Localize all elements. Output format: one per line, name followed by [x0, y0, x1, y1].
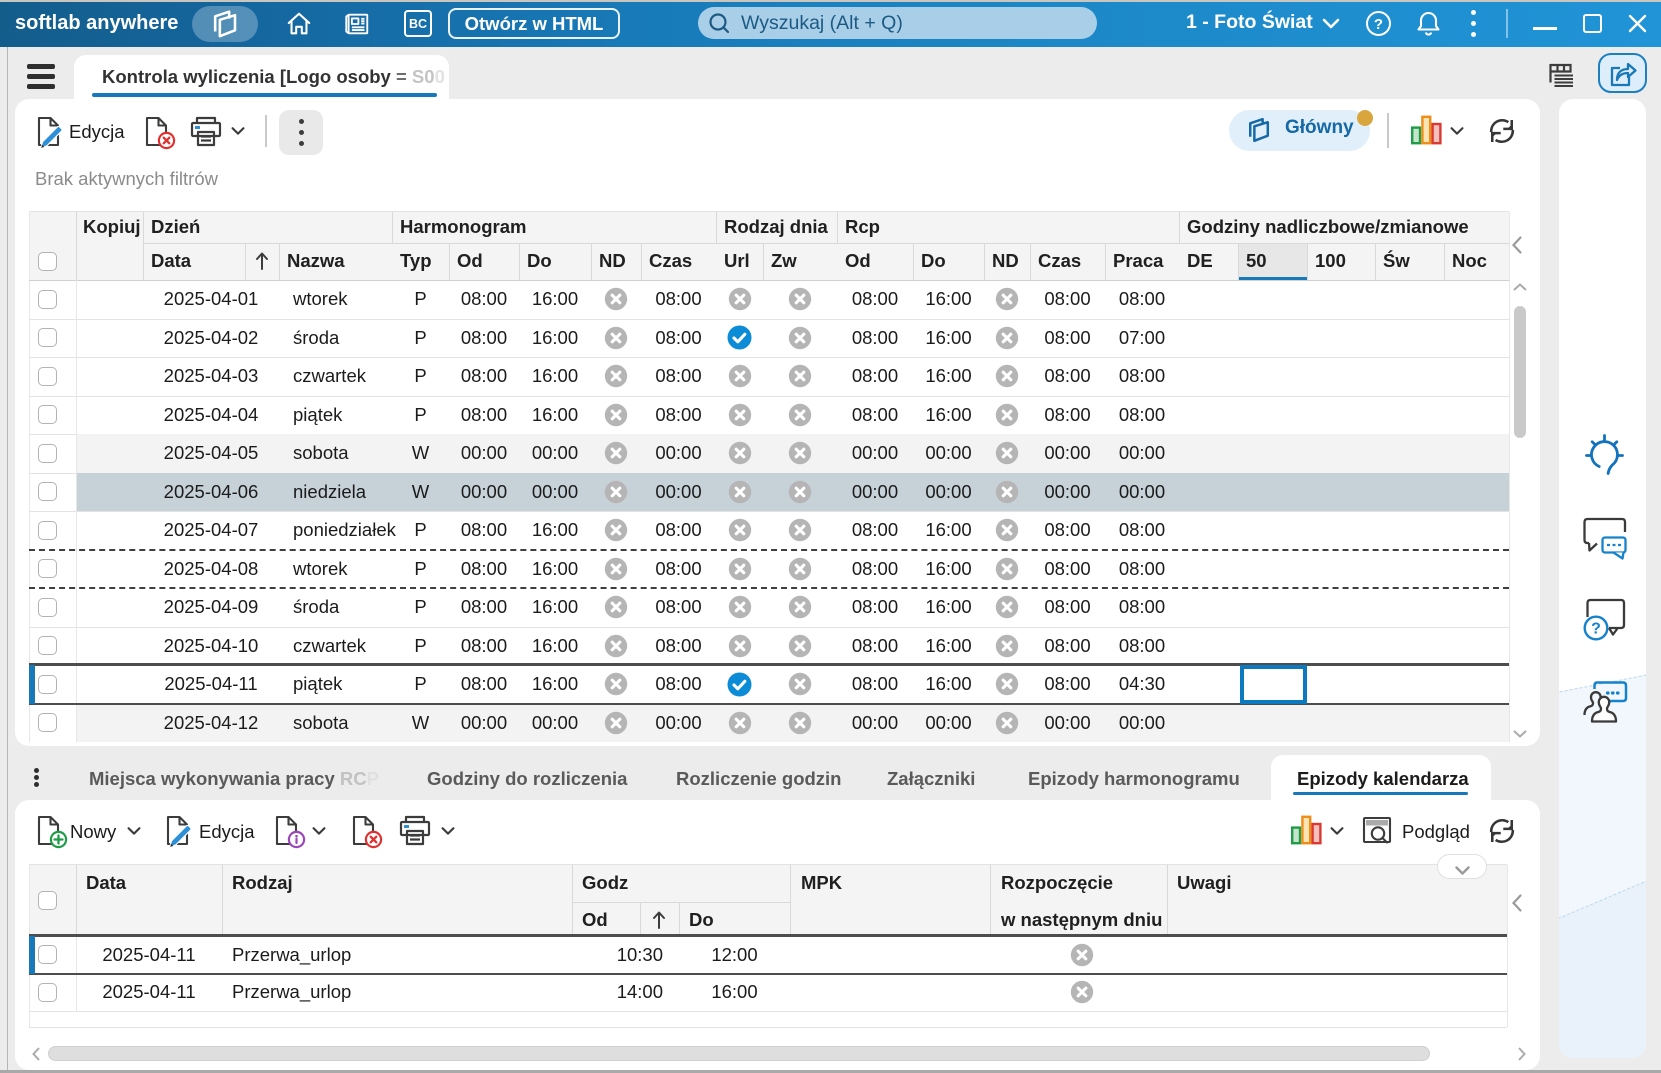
svg-text:?: ?	[1374, 16, 1383, 33]
svg-text:?: ?	[1591, 621, 1601, 638]
